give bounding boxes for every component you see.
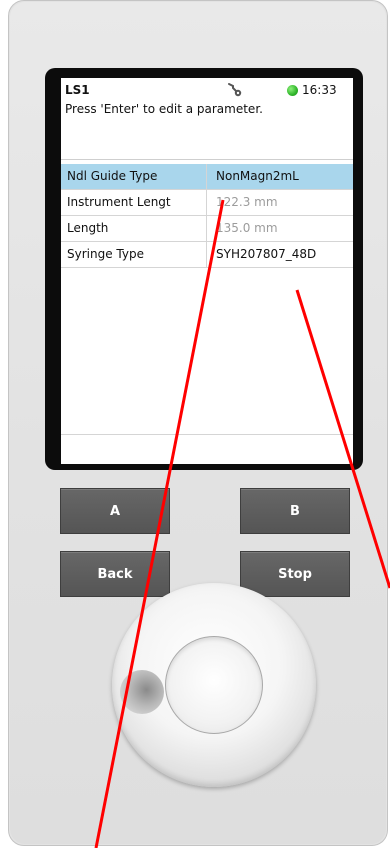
parameter-row-length[interactable]: Length 135.0 mm <box>61 216 353 242</box>
display-screen: LS1 16:33 Press 'Enter' to edit a parame… <box>61 78 353 464</box>
wrench-icon <box>228 83 242 97</box>
parameter-value: 135.0 mm <box>216 221 278 235</box>
knob-grip-dimple <box>120 670 164 714</box>
stop-button[interactable]: Stop <box>240 551 350 597</box>
parameter-table: Ndl Guide Type NonMagn2mL Instrument Len… <box>61 164 353 268</box>
parameter-name: Syringe Type <box>61 242 207 267</box>
b-button[interactable]: B <box>240 488 350 534</box>
screen-footer-divider <box>61 434 353 435</box>
parameter-value[interactable]: NonMagn2mL <box>207 164 353 189</box>
screen-header: LS1 16:33 Press 'Enter' to edit a parame… <box>61 78 353 160</box>
parameter-row-ndl-guide-type[interactable]: Ndl Guide Type NonMagn2mL <box>61 164 353 190</box>
status-led-icon <box>287 85 298 96</box>
parameter-name: Instrument Lengt <box>61 190 207 215</box>
a-button[interactable]: A <box>60 488 170 534</box>
back-button[interactable]: Back <box>60 551 170 597</box>
parameter-value: 122.3 mm <box>216 195 278 209</box>
clock: 16:33 <box>302 83 337 97</box>
parameter-name: Length <box>61 216 207 241</box>
screen-title: LS1 <box>65 83 90 97</box>
instruction-text: Press 'Enter' to edit a parameter. <box>65 102 263 116</box>
parameter-value[interactable]: SYH207807_48D <box>207 242 353 267</box>
knob-enter-button[interactable] <box>165 636 263 734</box>
parameter-row-syringe-type[interactable]: Syringe Type SYH207807_48D <box>61 242 353 268</box>
rotary-knob[interactable] <box>112 583 316 787</box>
parameter-row-instrument-length[interactable]: Instrument Lengt 122.3 mm <box>61 190 353 216</box>
parameter-name: Ndl Guide Type <box>61 164 207 189</box>
